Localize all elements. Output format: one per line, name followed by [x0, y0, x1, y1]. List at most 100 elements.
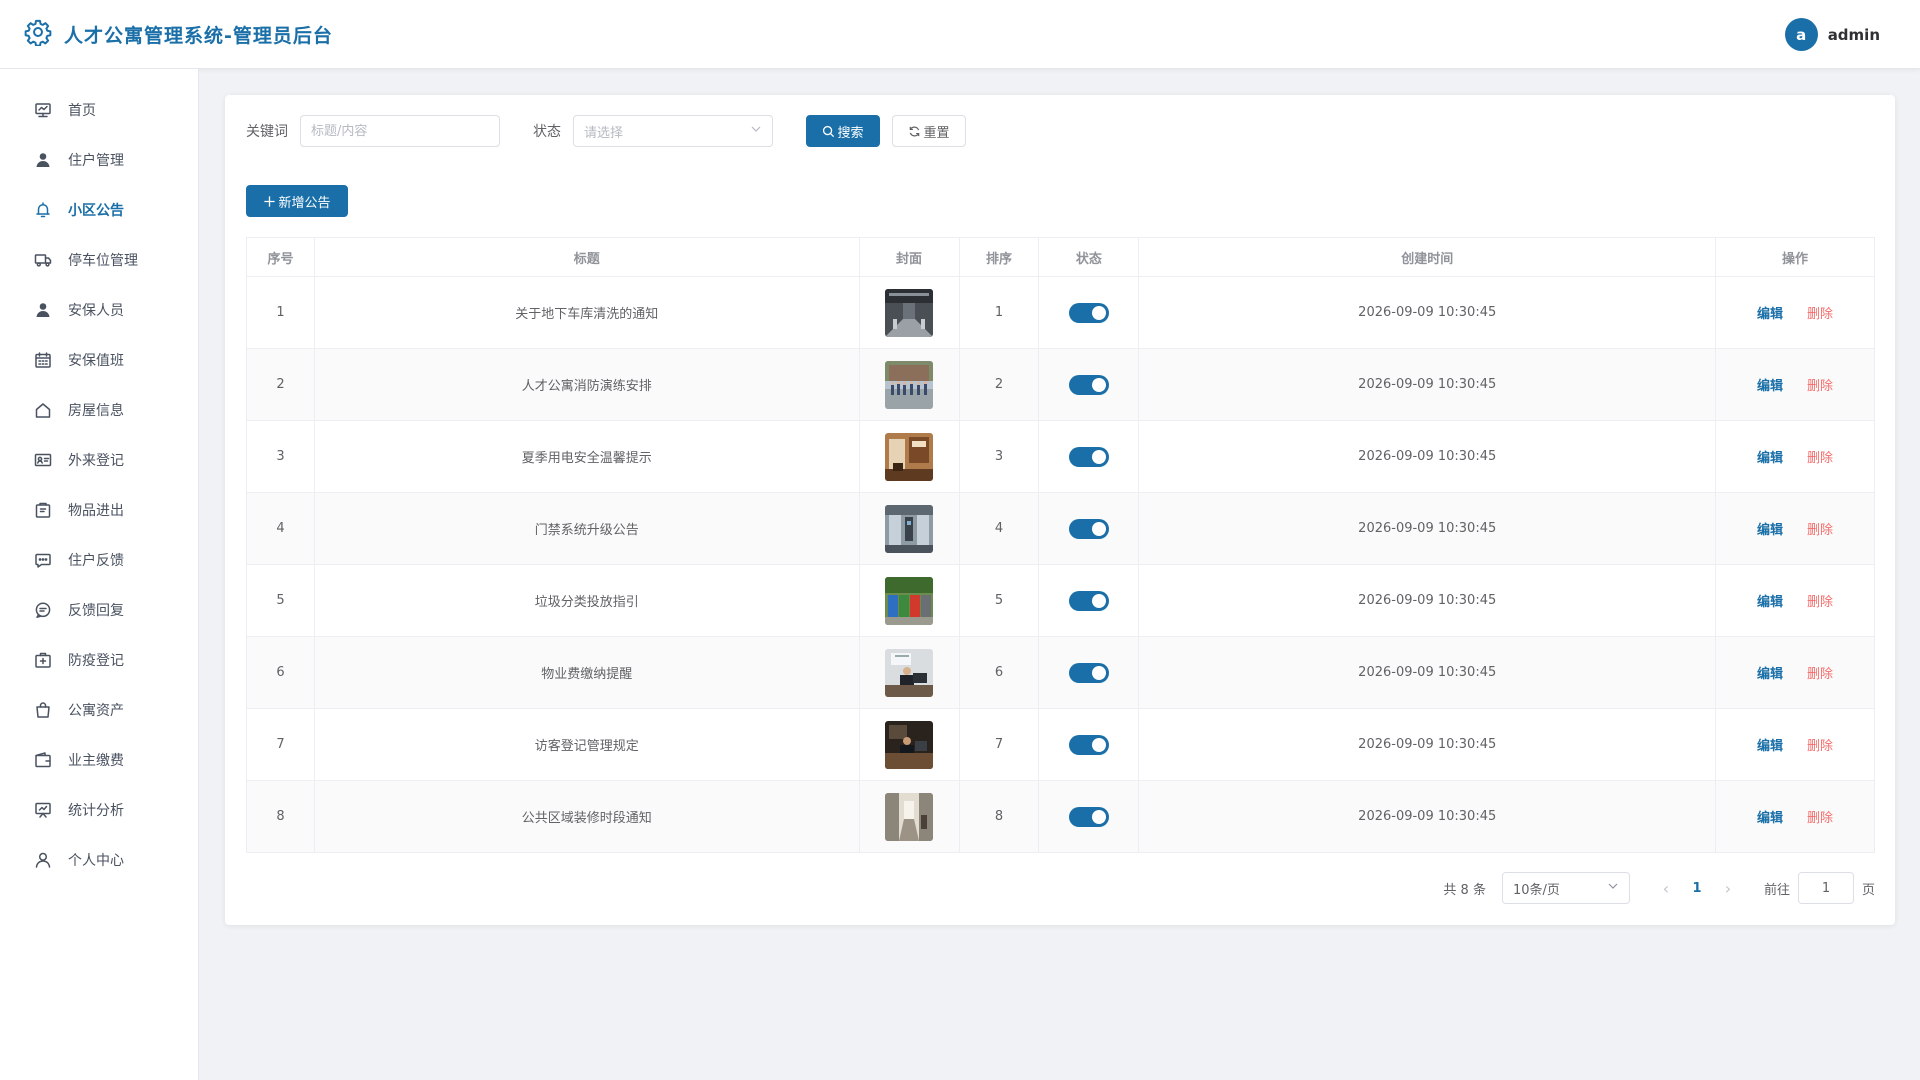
sidebar-item-0[interactable]: 首页	[0, 85, 198, 135]
page-number[interactable]: 1	[1682, 881, 1712, 896]
row-cover	[858, 636, 960, 709]
sidebar-item-11[interactable]: 防疫登记	[0, 635, 198, 685]
edit-button[interactable]: 编辑	[1757, 595, 1783, 610]
shopping-bag-icon	[34, 701, 52, 719]
goto-page-input[interactable]	[1797, 872, 1854, 904]
status-toggle[interactable]	[1068, 662, 1109, 683]
row-status	[1038, 420, 1140, 493]
edit-button[interactable]: 编辑	[1757, 739, 1783, 754]
sidebar-item-13[interactable]: 业主缴费	[0, 735, 198, 785]
row-created: 2026-09-09 10:30:45	[1138, 348, 1717, 421]
page-size-select[interactable]: 10条/页	[1501, 872, 1630, 904]
row-index: 3	[246, 420, 315, 493]
next-page-icon[interactable]: ›	[1716, 879, 1740, 898]
office-photo[interactable]	[885, 648, 934, 697]
row-actions: 编辑 删除	[1715, 276, 1875, 349]
interior-photo[interactable]	[885, 432, 934, 481]
status-toggle[interactable]	[1068, 806, 1109, 827]
username[interactable]: admin	[1828, 26, 1880, 44]
delete-button[interactable]: 删除	[1807, 523, 1833, 538]
sidebar-item-3[interactable]: 停车位管理	[0, 235, 198, 285]
sidebar-item-7[interactable]: 外来登记	[0, 435, 198, 485]
delete-button[interactable]: 删除	[1807, 739, 1833, 754]
sidebar-item-8[interactable]: 物品进出	[0, 485, 198, 535]
garage-photo[interactable]	[885, 288, 934, 337]
sidebar-item-1[interactable]: 住户管理	[0, 135, 198, 185]
delete-button[interactable]: 删除	[1807, 379, 1833, 394]
edit-button[interactable]: 编辑	[1757, 523, 1783, 538]
delete-button[interactable]: 删除	[1807, 595, 1833, 610]
hallway-photo[interactable]	[885, 792, 934, 841]
edit-button[interactable]: 编辑	[1757, 667, 1783, 682]
status-toggle[interactable]	[1068, 518, 1109, 539]
keyword-input[interactable]	[300, 115, 500, 147]
row-status	[1038, 492, 1140, 565]
row-status	[1038, 708, 1140, 781]
sidebar-item-5[interactable]: 安保值班	[0, 335, 198, 385]
house-icon	[34, 401, 52, 419]
sidebar-item-14[interactable]: 统计分析	[0, 785, 198, 835]
sidebar-item-2[interactable]: 小区公告	[0, 185, 198, 235]
table-row: 8 公共区域装修时段通知 8 2026-09-09 10:30:45 编辑 删除	[246, 780, 1875, 853]
announcement-table: 序号 标题 封面 排序 状态 创建时间 操作 1 关于地下车库清洗的通知 1 2026…	[246, 237, 1875, 853]
row-title: 物业费缴纳提醒	[313, 636, 860, 709]
table-row: 5 垃圾分类投放指引 5 2026-09-09 10:30:45 编辑 删除	[246, 564, 1875, 637]
goto-label: 前往	[1763, 882, 1790, 898]
prev-page-icon[interactable]: ‹	[1654, 879, 1678, 898]
status-toggle[interactable]	[1068, 446, 1109, 467]
sidebar-item-9[interactable]: 住户反馈	[0, 535, 198, 585]
search-icon	[823, 125, 835, 137]
delete-button[interactable]: 删除	[1807, 811, 1833, 826]
table-row: 1 关于地下车库清洗的通知 1 2026-09-09 10:30:45 编辑 删除	[246, 276, 1875, 349]
sidebar-item-4[interactable]: 安保人员	[0, 285, 198, 335]
reset-button-label: 重置	[923, 125, 950, 141]
bell-icon	[34, 201, 52, 219]
truck-icon	[34, 251, 52, 269]
row-status	[1038, 780, 1140, 853]
edit-button[interactable]: 编辑	[1757, 811, 1783, 826]
fire-drill-photo[interactable]	[885, 360, 934, 409]
search-button[interactable]: 搜索	[806, 115, 880, 147]
refresh-icon	[910, 126, 920, 136]
sidebar-item-12[interactable]: 公寓资产	[0, 685, 198, 735]
table-row: 6 物业费缴纳提醒 6 2026-09-09 10:30:45 编辑 删除	[246, 636, 1875, 709]
status-toggle[interactable]	[1068, 374, 1109, 395]
col-cover: 封面	[858, 237, 960, 277]
status-select[interactable]: 请选择	[573, 115, 773, 147]
table-row: 2 人才公寓消防演练安排 2 2026-09-09 10:30:45 编辑 删除	[246, 348, 1875, 421]
row-index: 5	[246, 564, 315, 637]
status-toggle[interactable]	[1068, 590, 1109, 611]
top-header: 人才公寓管理系统-管理员后台 a admin	[0, 0, 1920, 69]
sidebar-item-6[interactable]: 房屋信息	[0, 385, 198, 435]
edit-button[interactable]: 编辑	[1757, 307, 1783, 322]
pagination: 共 8 条 10条/页 ‹ 1 › 前往 页	[1443, 872, 1875, 904]
status-toggle[interactable]	[1068, 734, 1109, 755]
gate-photo[interactable]	[885, 504, 934, 553]
sidebar-item-label: 反馈回复	[68, 603, 124, 619]
sidebar-item-label: 安保人员	[68, 303, 124, 319]
row-status	[1038, 348, 1140, 421]
sidebar-item-10[interactable]: 反馈回复	[0, 585, 198, 635]
delete-button[interactable]: 删除	[1807, 451, 1833, 466]
add-announcement-button[interactable]: 新增公告	[246, 185, 348, 217]
delete-button[interactable]: 删除	[1807, 307, 1833, 322]
sidebar-item-15[interactable]: 个人中心	[0, 835, 198, 885]
col-index: 序号	[246, 237, 315, 277]
app-title: 人才公寓管理系统-管理员后台	[64, 24, 333, 47]
edit-button[interactable]: 编辑	[1757, 379, 1783, 394]
user-menu[interactable]: a admin	[1784, 18, 1880, 51]
bins-photo[interactable]	[885, 576, 934, 625]
sidebar-item-label: 住户反馈	[68, 553, 124, 569]
status-toggle[interactable]	[1068, 302, 1109, 323]
reception-photo[interactable]	[885, 720, 934, 769]
avatar[interactable]: a	[1784, 18, 1818, 51]
edit-button[interactable]: 编辑	[1757, 451, 1783, 466]
status-select-placeholder: 请选择	[584, 125, 624, 141]
search-button-label: 搜索	[837, 125, 864, 141]
filter-bar: 关键词 状态 请选择 搜索 重置	[246, 115, 966, 147]
total-count: 共 8 条	[1443, 882, 1486, 898]
delete-button[interactable]: 删除	[1807, 667, 1833, 682]
reset-button[interactable]: 重置	[892, 115, 966, 147]
user-outline-icon	[34, 851, 52, 869]
sidebar-item-label: 防疫登记	[68, 653, 124, 669]
